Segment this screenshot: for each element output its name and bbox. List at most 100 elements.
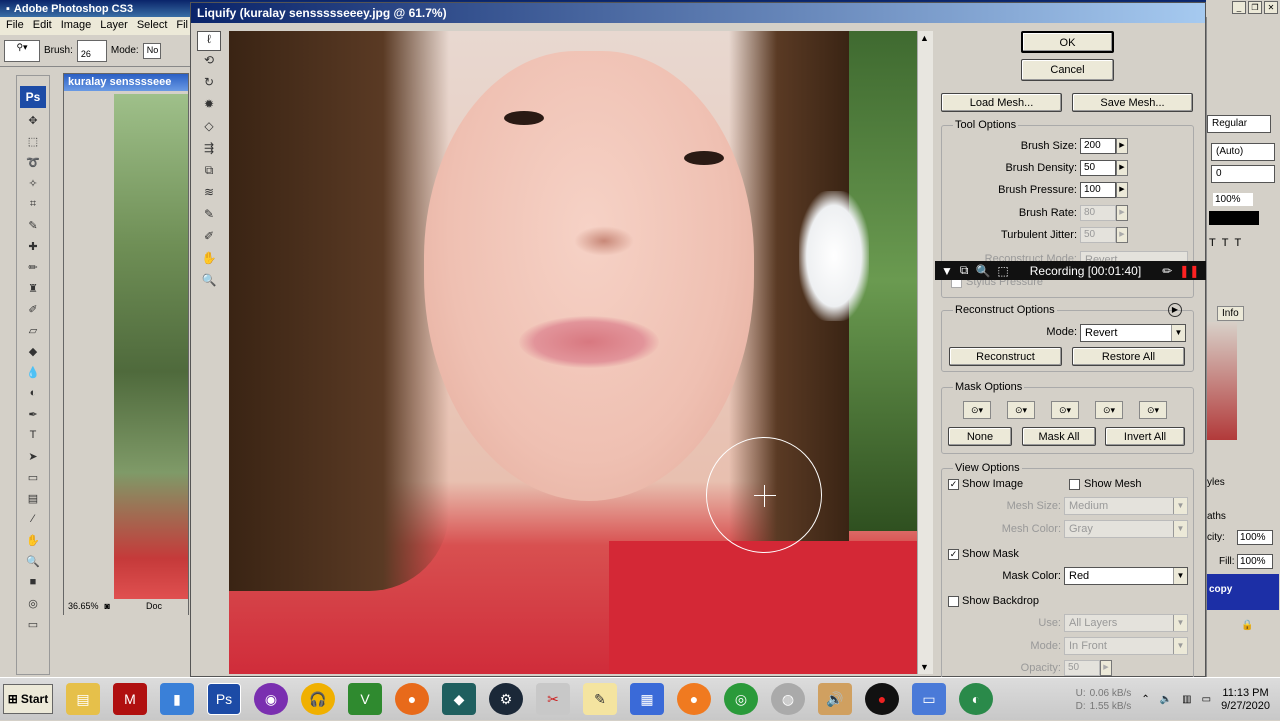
filmora-icon[interactable]: ◆ — [442, 683, 476, 715]
brush-density-input[interactable]: 50 — [1080, 160, 1116, 176]
globe-icon[interactable]: ◐ — [959, 683, 993, 715]
menu-file[interactable]: File — [6, 19, 24, 33]
restore-all-button[interactable]: Restore All — [1072, 347, 1185, 366]
battery-icon[interactable]: ▭ — [1202, 694, 1211, 705]
menu-layer[interactable]: Layer — [100, 19, 128, 33]
mirror-tool-icon[interactable]: ⧉ — [197, 163, 221, 183]
path-select-icon[interactable]: ➤ — [22, 450, 44, 468]
collapse-icon[interactable]: ▼ — [941, 264, 953, 278]
hand-tool-icon[interactable]: ✋ — [22, 534, 44, 552]
invert-all-button[interactable]: Invert All — [1105, 427, 1185, 446]
load-mesh-button[interactable]: Load Mesh... — [941, 93, 1062, 112]
menu-filter[interactable]: Fil — [176, 19, 188, 33]
tracking-select[interactable]: 0 — [1211, 165, 1275, 183]
photoshop-taskbar-icon[interactable]: Ps — [207, 683, 241, 715]
mcafee-icon[interactable]: M — [113, 683, 147, 715]
dodge-tool-icon[interactable]: ◐ — [22, 387, 44, 405]
headphones-app-icon[interactable]: 🎧 — [301, 683, 335, 715]
steam-icon[interactable]: ⚙ — [489, 683, 523, 715]
quick-mask-icon[interactable]: ◎ — [22, 597, 44, 615]
invert-selection-icon[interactable]: ⊙▾ — [1139, 401, 1167, 419]
replace-selection-icon[interactable]: ⊙▾ — [963, 401, 991, 419]
shape-tool-icon[interactable]: ▭ — [22, 471, 44, 489]
region-icon[interactable]: ⬚ — [997, 264, 1008, 278]
color-swatch[interactable] — [1209, 211, 1259, 225]
leading-select[interactable]: (Auto) — [1211, 143, 1275, 161]
menu-select[interactable]: Select — [137, 19, 168, 33]
show-image-checkbox[interactable]: ✓ — [948, 479, 959, 490]
reconstruct-mode-dropdown[interactable]: Revert ▼ — [1080, 324, 1186, 342]
slice-tool-icon[interactable]: ✎ — [22, 219, 44, 237]
forward-warp-tool-icon[interactable]: ℓ — [197, 31, 221, 51]
document-title[interactable]: kuralay sensssseee — [64, 74, 188, 91]
marquee-tool-icon[interactable]: ⬚ — [22, 135, 44, 153]
scale-value[interactable]: 100% — [1213, 193, 1253, 206]
reconstruct-options-menu-icon[interactable]: ▶ — [1168, 303, 1182, 317]
pucker-tool-icon[interactable]: ✹ — [197, 97, 221, 117]
chrome-icon[interactable]: ◎ — [724, 683, 758, 715]
scroll-down-icon[interactable]: ▼ — [920, 662, 929, 672]
file-explorer-icon[interactable]: ▤ — [66, 683, 100, 715]
save-mesh-button[interactable]: Save Mesh... — [1072, 93, 1193, 112]
eraser-tool-icon[interactable]: ▱ — [22, 324, 44, 342]
twirl-clockwise-icon[interactable]: ↻ — [197, 75, 221, 95]
snipping-tool-icon[interactable]: ✂ — [536, 683, 570, 715]
color-swatches-icon[interactable]: ■ — [22, 576, 44, 594]
intersect-selection-icon[interactable]: ⊙▾ — [1095, 401, 1123, 419]
clone-stamp-icon[interactable]: ♜ — [22, 282, 44, 300]
blur-tool-icon[interactable]: 💧 — [22, 366, 44, 384]
bar-chart-app-icon[interactable]: ▮ — [160, 683, 194, 715]
speaker-icon[interactable]: 🔊 — [818, 683, 852, 715]
brush-pressure-input[interactable]: 100 — [1080, 182, 1116, 198]
tor-browser-icon[interactable]: ◉ — [254, 683, 288, 715]
record-app-icon[interactable]: ● — [865, 683, 899, 715]
close-icon[interactable]: ✕ — [1264, 1, 1278, 14]
brush-size-input[interactable]: 200 — [1080, 138, 1116, 154]
zoom-tool-icon[interactable]: 🔍 — [197, 273, 221, 293]
tab-styles[interactable]: yles — [1207, 477, 1225, 488]
turbulence-tool-icon[interactable]: ≋ — [197, 185, 221, 205]
notepad-icon[interactable]: ✎ — [583, 683, 617, 715]
firefox-2-icon[interactable]: ● — [677, 683, 711, 715]
firefox-icon[interactable]: ● — [395, 683, 429, 715]
monitor-icon[interactable]: ▭ — [912, 683, 946, 715]
pen-icon[interactable]: ✏ — [1162, 264, 1172, 278]
reconstruct-tool-icon[interactable]: ⟲ — [197, 53, 221, 73]
notes-tool-icon[interactable]: ▤ — [22, 492, 44, 510]
text-align-icons[interactable]: TTT — [1209, 237, 1247, 249]
layer-opacity-input[interactable]: 100% — [1237, 530, 1273, 545]
zoom-icon[interactable]: 🔍 — [975, 264, 990, 278]
vectorworks-icon[interactable]: V — [348, 683, 382, 715]
bloat-tool-icon[interactable]: ◇ — [197, 119, 221, 139]
tab-info[interactable]: Info — [1217, 306, 1244, 321]
cancel-button[interactable]: Cancel — [1021, 59, 1114, 81]
mode-select[interactable]: No — [142, 42, 161, 59]
magic-wand-icon[interactable]: ✧ — [22, 177, 44, 195]
font-style-select[interactable]: Regular — [1207, 115, 1271, 133]
mask-color-select[interactable]: Red ▼ — [1064, 567, 1188, 585]
add-to-selection-icon[interactable]: ⊙▾ — [1007, 401, 1035, 419]
brush-pressure-arrow[interactable]: ▶ — [1116, 182, 1128, 198]
eyedropper-icon[interactable]: ⁄ — [22, 513, 44, 531]
disc-icon[interactable]: ◍ — [771, 683, 805, 715]
menu-edit[interactable]: Edit — [33, 19, 52, 33]
restore-icon[interactable]: ❐ — [1248, 1, 1262, 14]
hand-tool-icon[interactable]: ✋ — [197, 251, 221, 271]
network-icon[interactable]: ▥ — [1182, 694, 1191, 705]
thaw-mask-icon[interactable]: ✐ — [197, 229, 221, 249]
scroll-up-icon[interactable]: ▲ — [920, 33, 929, 43]
crop-tool-icon[interactable]: ⌗ — [22, 198, 44, 216]
push-left-tool-icon[interactable]: ⇶ — [197, 141, 221, 161]
move-tool-icon[interactable]: ✥ — [22, 114, 44, 132]
brush-size-picker[interactable]: 26 — [76, 39, 107, 62]
brush-size-arrow[interactable]: ▶ — [1116, 138, 1128, 154]
pen-tool-icon[interactable]: ✒ — [22, 408, 44, 426]
liquify-preview-canvas[interactable] — [229, 31, 917, 674]
brush-density-arrow[interactable]: ▶ — [1116, 160, 1128, 176]
volume-icon[interactable]: 🔈 — [1160, 694, 1172, 705]
tab-paths[interactable]: aths — [1207, 511, 1226, 522]
canvas-scrollbar[interactable]: ▲ ▼ — [917, 31, 933, 674]
brush-tool-icon[interactable]: ✏ — [22, 261, 44, 279]
selected-layer-row[interactable]: copy — [1207, 574, 1279, 610]
history-brush-icon[interactable]: ✐ — [22, 303, 44, 321]
